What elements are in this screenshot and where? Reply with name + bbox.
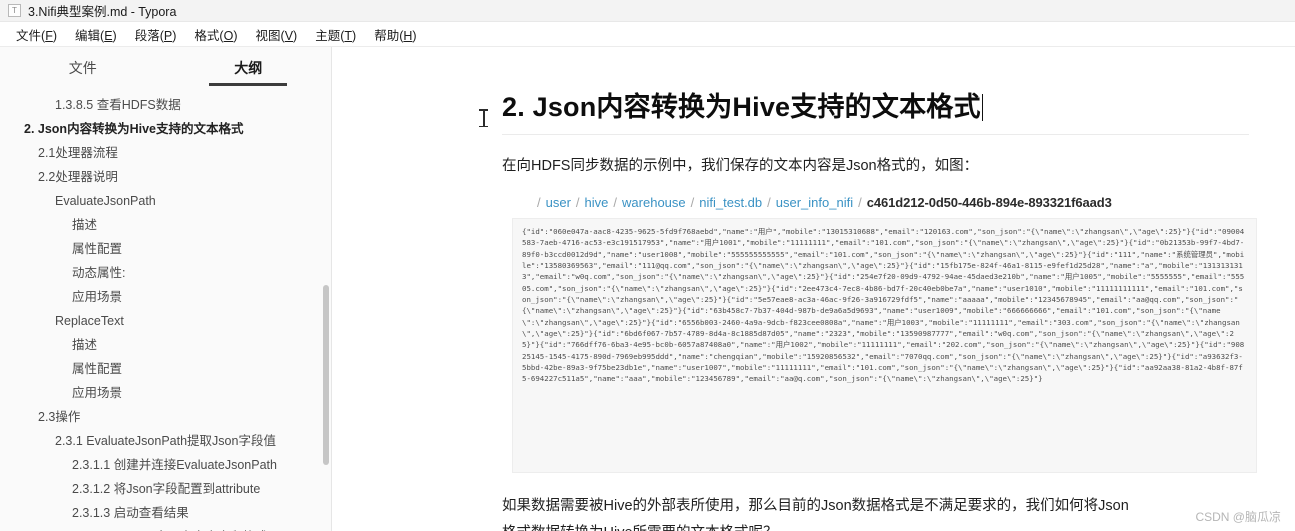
menu-theme-label: 主题 — [315, 28, 341, 43]
menu-paragraph[interactable]: 段落(P) — [126, 23, 186, 46]
outline-item-evaluatejsonpath[interactable]: EvaluateJsonPath — [0, 189, 331, 213]
outline-item-replacetext[interactable]: ReplaceText — [0, 309, 331, 333]
outline-item-rt-scenarios[interactable]: 应用场景 — [0, 381, 331, 405]
menu-file-mnemonic: F — [45, 28, 53, 43]
outline-item-rt-description[interactable]: 描述 — [0, 333, 331, 357]
outline-item-232[interactable]: 2.3.2 ReplaceText变更文本内容和格式 — [0, 525, 331, 531]
code-block[interactable]: {"id":"060e047a-aac8-4235-9625-5fd9f768a… — [512, 218, 1257, 473]
tab-outline[interactable]: 大纲 — [166, 47, 332, 89]
document-icon: T — [8, 4, 21, 17]
menu-help[interactable]: 帮助(H) — [365, 23, 425, 46]
outline-item-21[interactable]: 2.1处理器流程 — [0, 141, 331, 165]
menu-help-mnemonic: H — [403, 28, 413, 43]
menu-paragraph-mnemonic: P — [163, 28, 173, 43]
breadcrumb-crumb-user[interactable]: user — [546, 195, 571, 210]
outline-item-ejp-scenarios[interactable]: 应用场景 — [0, 285, 331, 309]
menu-edit-label: 编辑 — [75, 28, 101, 43]
breadcrumb-crumb-hive[interactable]: hive — [585, 195, 609, 210]
breadcrumb-leaf-filename: c461d212-0d50-446b-894e-893321f6aad3 — [866, 195, 1112, 210]
sidebar-scrollbar[interactable] — [323, 285, 329, 465]
outline-item-2312[interactable]: 2.3.1.2 将Json字段配置到attribute — [0, 477, 331, 501]
outline-item-22[interactable]: 2.2处理器说明 — [0, 165, 331, 189]
outline-item-ejp-description[interactable]: 描述 — [0, 213, 331, 237]
outline-item-231[interactable]: 2.3.1 EvaluateJsonPath提取Json字段值 — [0, 429, 331, 453]
outline-item-1385[interactable]: 1.3.8.5 查看HDFS数据 — [0, 93, 331, 117]
watermark: CSDN @脑瓜凉 — [1195, 510, 1281, 524]
menu-view-label: 视图 — [255, 28, 281, 43]
outline-item-2313[interactable]: 2.3.1.3 启动查看结果 — [0, 501, 331, 525]
page-title: 2. Json内容转换为Hive支持的文本格式 — [502, 85, 1249, 135]
menu-format-label: 格式 — [194, 28, 220, 43]
menu-file-label: 文件 — [16, 28, 42, 43]
sidebar-tabs: 文件 大纲 — [0, 47, 331, 89]
menu-format[interactable]: 格式(O) — [185, 23, 246, 46]
menu-format-mnemonic: O — [223, 28, 234, 43]
menu-theme[interactable]: 主题(T) — [306, 23, 365, 46]
editor-pane[interactable]: 2. Json内容转换为Hive支持的文本格式 在向HDFS同步数据的示例中，我… — [332, 47, 1295, 531]
outline-item-23[interactable]: 2.3操作 — [0, 405, 331, 429]
breadcrumb-sep-3: / — [690, 195, 695, 210]
window-titlebar: T 3.Nifi典型案例.md - Typora — [0, 0, 1295, 22]
breadcrumb-crumb-user-info-nifi[interactable]: user_info_nifi — [776, 195, 853, 210]
outline-list: 1.3.8.5 查看HDFS数据 2. Json内容转换为Hive支持的文本格式… — [0, 89, 331, 531]
menu-help-label: 帮助 — [374, 28, 400, 43]
menu-paragraph-label: 段落 — [134, 28, 160, 43]
mouse-cursor-ibeam-icon — [479, 109, 488, 127]
menu-edit-mnemonic: E — [104, 28, 113, 43]
menu-edit[interactable]: 编辑(E) — [66, 23, 126, 46]
breadcrumb-sep-0: / — [537, 195, 541, 210]
breadcrumb-sep-4: / — [767, 195, 771, 210]
outline-item-2311[interactable]: 2.3.1.1 创建并连接EvaluateJsonPath — [0, 453, 331, 477]
text-caret — [981, 94, 984, 121]
outro-paragraph: 如果数据需要被Hive的外部表所使用，那么目前的Json数据格式是不满足要求的，… — [502, 498, 1129, 531]
workspace: 文件 大纲 1.3.8.5 查看HDFS数据 2. Json内容转换为Hive支… — [0, 47, 1295, 531]
menu-file[interactable]: 文件(F) — [7, 23, 66, 46]
menu-view[interactable]: 视图(V) — [247, 23, 307, 46]
breadcrumb: / user / hive / warehouse / nifi_test.db / user_i… — [532, 195, 1249, 210]
outline-item-ejp-dynamic-properties[interactable]: 动态属性: — [0, 261, 331, 285]
breadcrumb-sep-1: / — [575, 195, 580, 210]
sidebar: 文件 大纲 1.3.8.5 查看HDFS数据 2. Json内容转换为Hive支… — [0, 47, 332, 531]
breadcrumb-sep-5: / — [858, 195, 862, 210]
breadcrumb-sep-2: / — [613, 195, 618, 210]
menubar: 文件(F) 编辑(E) 段落(P) 格式(O) 视图(V) 主题(T) 帮助(H… — [0, 22, 1295, 47]
outline-item-2[interactable]: 2. Json内容转换为Hive支持的文本格式 — [0, 117, 331, 141]
window-title: 3.Nifi典型案例.md - Typora — [28, 5, 177, 19]
breadcrumb-crumb-nifi-test-db[interactable]: nifi_test.db — [699, 195, 762, 210]
menu-theme-mnemonic: T — [344, 28, 353, 43]
page-title-text: 2. Json内容转换为Hive支持的文本格式 — [502, 92, 981, 122]
intro-paragraph: 在向HDFS同步数据的示例中，我们保存的文本内容是Json格式的，如图： — [502, 158, 979, 174]
outline-item-ejp-properties[interactable]: 属性配置 — [0, 237, 331, 261]
breadcrumb-crumb-warehouse[interactable]: warehouse — [622, 195, 686, 210]
tab-files[interactable]: 文件 — [0, 47, 166, 89]
outline-item-rt-properties[interactable]: 属性配置 — [0, 357, 331, 381]
menu-view-mnemonic: V — [284, 28, 294, 43]
